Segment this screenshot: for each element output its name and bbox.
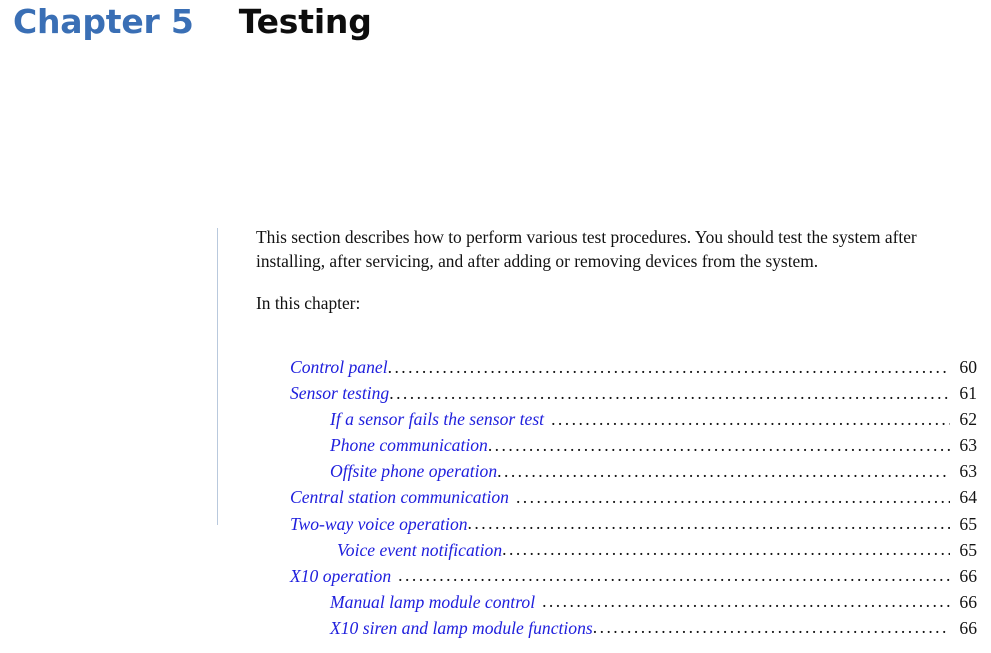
toc-entry-page-number: 60 — [959, 357, 977, 377]
toc-entry-title: Phone communication — [330, 435, 488, 456]
toc-entry-title: Offsite phone operation — [330, 461, 498, 482]
toc-entry-page-number: 63 — [959, 435, 977, 456]
in-this-chapter-label: In this chapter: — [256, 293, 361, 313]
toc-entry-page-number: 66 — [959, 617, 977, 638]
toc-entry-page-number: 63 — [959, 461, 977, 482]
toc-dot-leader — [398, 567, 950, 585]
toc-dot-leader — [497, 463, 950, 481]
toc-entry-title: Two-way voice operation — [290, 513, 468, 534]
chapter-title-label: Testing — [238, 2, 372, 41]
toc-entry[interactable]: If a sensor fails the sensor test 62 — [290, 409, 977, 435]
toc-dot-leader — [516, 489, 950, 507]
side-rule-divider — [217, 228, 218, 525]
toc-entry[interactable]: X10 operation 66 — [290, 566, 977, 592]
chapter-number-label: Chapter 5 — [13, 2, 194, 41]
toc-entry[interactable]: X10 siren and lamp module functions 66 — [290, 618, 977, 644]
toc-dot-leader — [468, 515, 950, 533]
toc-entry-title: X10 siren and lamp module functions — [330, 617, 593, 638]
toc-dot-leader — [389, 385, 950, 403]
toc-dot-leader — [542, 593, 950, 611]
toc-dot-leader — [502, 541, 950, 559]
toc-entry-title: If a sensor fails the sensor test — [330, 409, 545, 430]
toc-entry[interactable]: Central station communication 64 — [290, 487, 977, 513]
toc-entry-title: X10 operation — [290, 565, 392, 586]
toc-entry-page-number: 66 — [959, 591, 977, 612]
intro-paragraph: This section describes how to perform va… — [256, 227, 917, 271]
toc-entry-page-number: 62 — [959, 409, 977, 430]
intro-body: This section describes how to perform va… — [256, 226, 990, 316]
toc-entry-page-number: 66 — [959, 565, 977, 586]
toc-entry[interactable]: Voice event notification 65 — [290, 540, 977, 566]
toc-entry[interactable]: Control panel 60 — [290, 357, 977, 383]
toc-entry-title: Voice event notification — [337, 539, 503, 560]
toc-entry-page-number: 61 — [959, 383, 977, 404]
toc-entry-page-number: 65 — [959, 539, 977, 560]
page-title: Chapter 5 Testing — [13, 2, 372, 41]
toc-entry-title: Control panel — [290, 357, 388, 377]
toc-entry[interactable]: Sensor testing 61 — [290, 383, 977, 409]
toc-dot-leader — [593, 619, 950, 637]
toc-entry-title: Central station communication — [290, 487, 509, 508]
toc-entry-title: Manual lamp module control — [330, 591, 536, 612]
toc-entry-page-number: 64 — [959, 487, 977, 508]
toc-entry[interactable]: Phone communication 63 — [290, 435, 977, 461]
toc-dot-leader — [488, 437, 950, 455]
toc-entry-title: Sensor testing — [290, 383, 390, 404]
toc-dot-leader — [388, 359, 950, 377]
toc-entry[interactable]: Two-way voice operation 65 — [290, 514, 977, 540]
table-of-contents: Control panel 60 Sensor testing 61 If a sens… — [290, 357, 977, 644]
toc-entry[interactable]: Offsite phone operation 63 — [290, 461, 977, 487]
toc-dot-leader — [551, 411, 950, 429]
toc-entry[interactable]: Manual lamp module control 66 — [290, 592, 977, 618]
toc-entry-page-number: 65 — [959, 513, 977, 534]
